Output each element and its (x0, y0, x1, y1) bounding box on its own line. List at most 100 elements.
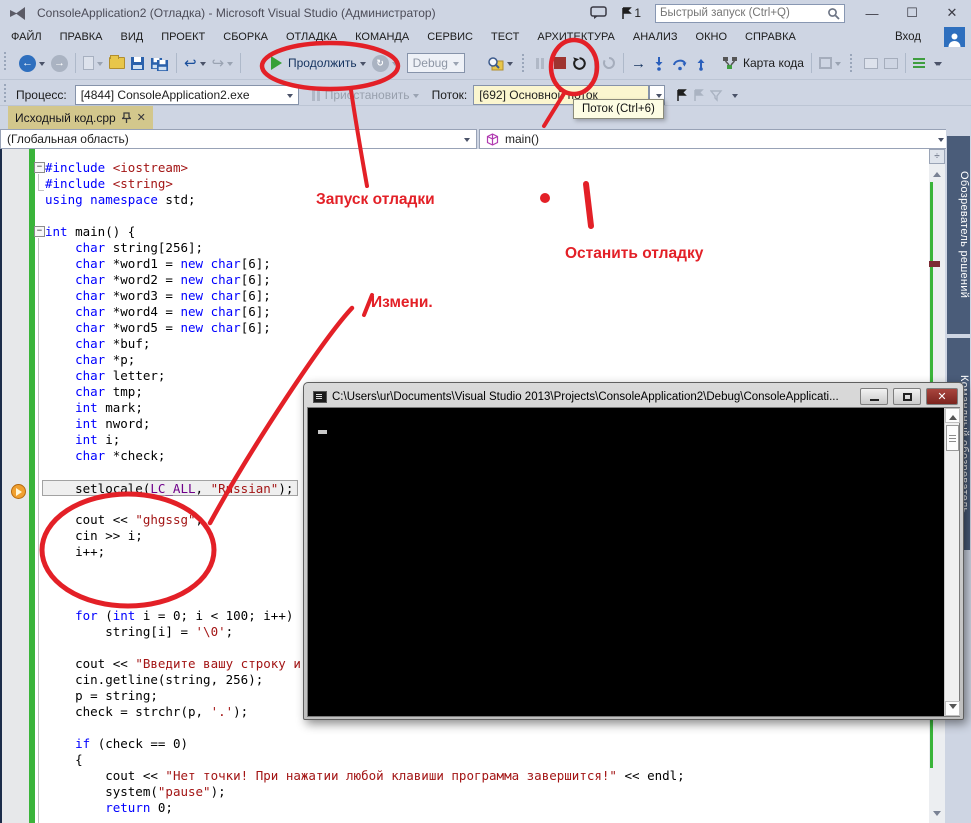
tab-close-icon[interactable]: ✕ (137, 111, 146, 124)
filter-icon (710, 89, 723, 102)
code-line-40[interactable]: system("pause"); (45, 784, 925, 800)
toolbar-gripper[interactable] (522, 54, 527, 72)
menu-item-5[interactable]: ОТЛАДКА (277, 26, 346, 48)
console-scroll-down[interactable] (945, 701, 960, 716)
open-file-button[interactable] (106, 51, 128, 75)
toolbar-overflow-button[interactable] (726, 83, 741, 107)
new-file-button[interactable] (80, 51, 106, 75)
show-flagged-only-button[interactable] (707, 83, 726, 107)
save-all-button[interactable] (147, 51, 172, 75)
navigate-forward-button[interactable]: → (48, 51, 71, 75)
step-out-button[interactable] (691, 51, 711, 75)
code-line-7[interactable]: char *word1 = new char[6]; (45, 256, 925, 272)
toolbar-overflow-button[interactable] (928, 51, 945, 75)
tab-source-file[interactable]: Исходный код.cpp ✕ (8, 106, 153, 129)
suspend-button[interactable]: Приостановить (309, 83, 422, 107)
immediate-window-button[interactable] (910, 51, 928, 75)
scope-dropdown[interactable]: (Глобальная область) (0, 129, 477, 149)
minimize-button[interactable]: — (859, 6, 885, 21)
restart-disabled-button[interactable]: ↻ (369, 51, 401, 75)
code-line-37[interactable]: if (check == 0) (45, 736, 925, 752)
code-line-4[interactable] (45, 208, 925, 224)
menu-item-8[interactable]: ТЕСТ (482, 26, 528, 48)
fold-marker[interactable]: − (34, 226, 45, 237)
console-window[interactable]: C:\Users\ur\Documents\Visual Studio 2013… (303, 382, 964, 720)
hex-display-button[interactable] (816, 51, 844, 75)
navigate-back-button[interactable]: ← (16, 51, 48, 75)
pause-debug-button[interactable] (533, 51, 547, 75)
console-maximize-button[interactable] (893, 388, 921, 405)
tab-solution-explorer[interactable]: Обозреватель решений (947, 136, 970, 334)
code-line-6[interactable]: char string[256]; (45, 240, 925, 256)
quick-launch-search[interactable] (655, 3, 845, 23)
refresh-disabled-button[interactable] (599, 51, 619, 75)
code-line-9[interactable]: char *word3 = new char[6]; (45, 288, 925, 304)
code-line-41[interactable]: return 0; (45, 800, 925, 816)
code-line-39[interactable]: cout << "Нет точки! При нажатии любой кл… (45, 768, 925, 784)
code-line-8[interactable]: char *word2 = new char[6]; (45, 272, 925, 288)
menu-item-9[interactable]: АРХИТЕКТУРА (528, 26, 624, 48)
maximize-button[interactable]: ☐ (899, 5, 925, 21)
show-next-statement-button[interactable]: → (628, 51, 649, 75)
menu-item-1[interactable]: ПРАВКА (51, 26, 112, 48)
flag-thread-button[interactable] (673, 83, 690, 107)
undo-button[interactable]: ↩ (181, 51, 209, 75)
toolbar-gripper[interactable] (849, 54, 855, 72)
unflag-threads-button[interactable] (690, 83, 707, 107)
menu-item-3[interactable]: ПРОЕКТ (152, 26, 214, 48)
console-scroll-up[interactable] (945, 408, 960, 423)
code-line-10[interactable]: char *word4 = new char[6]; (45, 304, 925, 320)
continue-button[interactable]: Продолжить (268, 51, 369, 75)
pin-icon[interactable] (121, 111, 131, 124)
save-button[interactable] (128, 51, 147, 75)
split-window-handle[interactable]: ÷ (929, 149, 945, 164)
menu-item-10[interactable]: АНАЛИЗ (624, 26, 687, 48)
solution-configurations-combo[interactable]: Debug (406, 53, 465, 73)
code-line-38[interactable]: { (45, 752, 925, 768)
console-minimize-button[interactable] (860, 388, 888, 405)
close-button[interactable]: ✕ (939, 5, 965, 21)
code-line-12[interactable]: char *buf; (45, 336, 925, 352)
menu-item-6[interactable]: КОМАНДА (346, 26, 418, 48)
restart-debug-button[interactable] (569, 51, 590, 75)
menu-item-12[interactable]: СПРАВКА (736, 26, 805, 48)
menu-item-7[interactable]: СЕРВИС (418, 26, 482, 48)
code-map-button[interactable]: Карта кода (719, 51, 807, 75)
stop-debug-button[interactable] (551, 51, 569, 75)
output-window-button[interactable] (881, 51, 901, 75)
console-title-bar[interactable]: C:\Users\ur\Documents\Visual Studio 2013… (307, 386, 960, 407)
search-input[interactable] (660, 7, 827, 19)
code-line-13[interactable]: char *p; (45, 352, 925, 368)
code-line-5[interactable]: int main() {− (34, 224, 925, 240)
find-in-files-button[interactable] (484, 51, 516, 75)
scroll-up-arrow[interactable] (929, 165, 945, 179)
fold-marker[interactable]: − (34, 162, 45, 173)
menu-item-0[interactable]: ФАЙЛ (2, 26, 51, 48)
toolbar-gripper[interactable] (4, 52, 9, 70)
scroll-down-arrow[interactable] (929, 808, 945, 822)
redo-button[interactable]: ↪ (209, 51, 237, 75)
step-into-button[interactable] (649, 51, 669, 75)
code-line-2[interactable]: #include <string> (45, 176, 925, 192)
code-line-36[interactable] (45, 720, 925, 736)
feedback-icon[interactable] (590, 6, 608, 20)
console-client-area[interactable] (307, 407, 960, 717)
console-scroll-thumb[interactable] (946, 425, 959, 451)
notifications-flag[interactable]: 1 (621, 6, 641, 20)
toolbar-gripper[interactable] (4, 84, 9, 102)
breakpoints-window-button[interactable] (861, 51, 881, 75)
member-dropdown[interactable]: main() (479, 129, 951, 149)
sign-in-link[interactable]: Вход (895, 26, 921, 48)
console-close-button[interactable]: ✕ (926, 388, 958, 405)
code-line-1[interactable]: #include <iostream> − (34, 160, 925, 176)
current-statement-marker[interactable] (11, 484, 26, 499)
code-line-3[interactable]: using namespace std; (45, 192, 925, 208)
menu-item-2[interactable]: ВИД (112, 26, 153, 48)
menu-item-4[interactable]: СБОРКА (214, 26, 277, 48)
step-over-button[interactable] (669, 51, 691, 75)
user-avatar-icon[interactable] (944, 27, 965, 47)
code-line-11[interactable]: char *word5 = new char[6]; (45, 320, 925, 336)
process-combo[interactable]: [4844] ConsoleApplication2.exe (74, 85, 299, 105)
console-scrollbar[interactable] (944, 408, 960, 716)
menu-item-11[interactable]: ОКНО (687, 26, 736, 48)
